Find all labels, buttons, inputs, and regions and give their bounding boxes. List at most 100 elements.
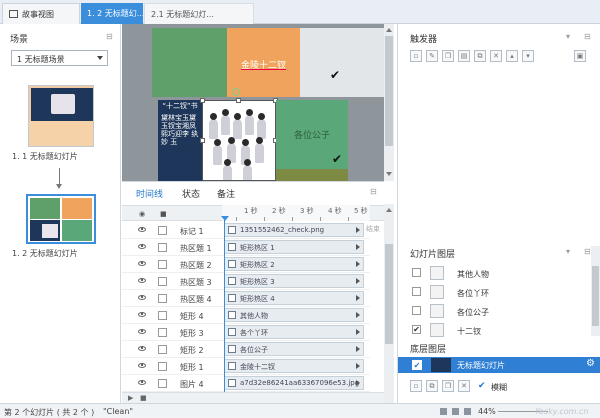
eye-icon[interactable] [138,227,146,232]
expand-arrow-icon[interactable] [356,261,360,267]
scroll-up-icon[interactable] [386,28,392,32]
checkbox[interactable] [412,306,421,315]
slide-sorter-icon[interactable] [452,408,459,415]
tab-story-view[interactable]: 故事视图 [2,3,80,24]
lock-checkbox[interactable] [158,243,167,252]
timeline-bar[interactable]: 矩形热区 1 [224,240,364,254]
timeline-row[interactable]: 热区题 3 矩形热区 3 [122,273,370,290]
olive-rectangle[interactable] [276,169,348,181]
expand-arrow-icon[interactable] [356,346,360,352]
timeline-scrollbar[interactable] [384,204,394,403]
lock-checkbox[interactable] [158,226,167,235]
lock-checkbox[interactable] [158,294,167,303]
layers-scrollbar[interactable] [591,246,600,336]
expand-arrow-icon[interactable] [356,380,360,386]
layer-row[interactable]: 其他人物 [404,264,589,282]
new-trigger-icon[interactable]: ▫ [410,50,422,62]
timeline-bar[interactable]: 矩形热区 2 [224,257,364,271]
checkbox[interactable] [412,268,421,277]
tab-slide-2-1[interactable]: 2.1 无标题幻灯... [144,3,254,24]
slide-thumbnail-1[interactable] [28,85,94,147]
edit-trigger-icon[interactable]: ✎ [426,50,438,62]
slide-canvas[interactable]: 金陵十二钗 ✔ “十二钗”书 黛林宝玉黛玉钗宝湘凤熙巧迎李 纨 妙 玉 各位公子… [122,24,384,181]
copy-trigger-icon[interactable]: ❐ [442,50,454,62]
lock-checkbox[interactable] [158,260,167,269]
pin-icon[interactable]: ⊟ [106,32,113,41]
timeline-row[interactable]: 图片 4 a7d32e86241aa63367096e53.jpg [122,375,370,392]
group-photo[interactable] [202,100,276,181]
chevron-down-icon[interactable]: ▾ [566,247,570,256]
eye-icon[interactable] [138,244,146,249]
navy-text-panel[interactable]: “十二钗”书 黛林宝玉黛玉钗宝湘凤熙巧迎李 纨 妙 玉 [158,100,202,181]
eye-icon[interactable] [138,363,146,368]
tab-slide-1-2[interactable]: 1. 2 无标题幻... × [81,3,143,24]
rotate-handle-icon[interactable] [232,88,240,96]
play-icon[interactable]: ▶ [128,394,133,402]
lock-icon[interactable]: ■ [160,210,167,218]
expand-arrow-icon[interactable] [356,227,360,233]
lock-checkbox[interactable] [158,345,167,354]
expand-arrow-icon[interactable] [356,363,360,369]
layer-row[interactable]: 各位公子 [404,302,589,320]
timeline-bar[interactable]: 1351552462_check.png [224,223,364,237]
expand-arrow-icon[interactable] [356,295,360,301]
timeline-bar[interactable]: 矩形热区 3 [224,274,364,288]
eye-icon[interactable] [138,261,146,266]
tab-states[interactable]: 状态 [182,187,200,200]
pin-icon[interactable]: ⊟ [584,32,591,41]
timeline-row[interactable]: 热区题 4 矩形热区 4 [122,290,370,307]
canvas-scrollbar[interactable] [384,24,394,181]
checkbox[interactable] [412,287,421,296]
timeline-bar[interactable]: 各个丫环 [224,325,364,339]
paste-trigger-icon[interactable]: ▤ [458,50,470,62]
lock-checkbox[interactable] [158,311,167,320]
timeline-bar[interactable]: 其他人物 [224,308,364,322]
scene-select[interactable]: 1 无标题场景 [11,50,108,66]
timeline-row[interactable]: 矩形 2 各位公子 [122,341,370,358]
playhead[interactable] [221,216,229,398]
duplicate-trigger-icon[interactable]: ⧉ [474,50,486,62]
eye-icon[interactable] [138,380,146,385]
check-icon[interactable]: ✔ [478,381,486,391]
check-icon[interactable]: ✔ [332,152,342,166]
resize-handle[interactable] [200,138,205,143]
layer-row[interactable]: ✔ 十二钗 [404,321,589,339]
eye-icon[interactable] [138,346,146,351]
checkbox[interactable]: ✔ [412,325,421,334]
move-down-icon[interactable]: ▾ [522,50,534,62]
gear-icon[interactable]: ⚙ [586,358,595,369]
delete-layer-icon[interactable]: ✕ [458,380,470,392]
orange-rectangle[interactable]: 金陵十二钗 [227,28,300,97]
scrollbar-thumb[interactable] [385,36,393,146]
timeline-row[interactable]: 标记 1 1351552462_check.png [122,222,370,239]
tab-timeline[interactable]: 时间线 [136,187,163,200]
scroll-down-icon[interactable] [386,172,392,176]
eye-icon[interactable]: ◉ [139,210,145,218]
layer-row[interactable]: 各位丫环 [404,283,589,301]
expand-arrow-icon[interactable] [356,312,360,318]
timeline-bar[interactable]: a7d32e86241aa63367096e53.jpg [224,376,364,390]
stop-icon[interactable]: ■ [140,394,147,402]
eye-icon[interactable] [138,329,146,334]
lock-checkbox[interactable] [158,362,167,371]
tab-notes[interactable]: 备注 [217,187,235,200]
scrollbar-thumb[interactable] [385,244,393,344]
delete-trigger-icon[interactable]: ✕ [490,50,502,62]
copy-layer-icon[interactable]: ❐ [442,380,454,392]
duplicate-layer-icon[interactable]: ⧉ [426,380,438,392]
expand-arrow-icon[interactable] [356,329,360,335]
move-up-icon[interactable]: ▴ [506,50,518,62]
lock-checkbox[interactable] [158,277,167,286]
base-layer-row[interactable]: ✔ 无标题幻灯片 ⚙ [398,357,600,373]
timeline-row[interactable]: 矩形 4 其他人物 [122,307,370,324]
eye-icon[interactable] [138,295,146,300]
timeline-bar[interactable]: 矩形热区 4 [224,291,364,305]
timeline-row[interactable]: 矩形 3 各个丫环 [122,324,370,341]
chevron-down-icon[interactable]: ▾ [566,32,570,41]
scrollbar-thumb[interactable] [592,266,599,326]
pin-icon[interactable]: ⊟ [370,187,377,196]
timeline-bar[interactable]: 各位公子 [224,342,364,356]
timeline-bar[interactable]: 金陵十二钗 [224,359,364,373]
slide-thumbnail-2[interactable] [26,194,96,244]
lock-checkbox[interactable] [158,379,167,388]
